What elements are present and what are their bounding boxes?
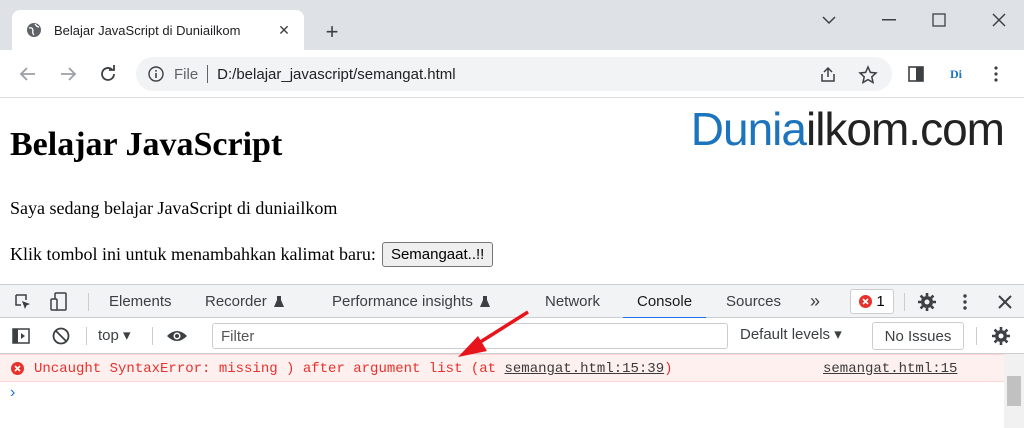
context-label: top (98, 327, 119, 344)
menu-icon[interactable] (982, 60, 1010, 88)
side-panel-icon[interactable] (902, 60, 930, 88)
page-content: Belajar JavaScript Duniailkom.com Saya s… (0, 98, 1024, 284)
browser-tab[interactable]: Belajar JavaScript di Duniailkom ✕ (12, 10, 304, 50)
scrollbar-thumb[interactable] (1007, 376, 1021, 406)
tab-performance-insights[interactable]: Performance insights (332, 285, 491, 318)
page-heading: Belajar JavaScript (10, 126, 283, 163)
info-icon[interactable] (148, 66, 164, 82)
logo-part-blue: Dunia (690, 103, 807, 155)
chevron-down-icon[interactable] (806, 0, 852, 40)
eye-icon[interactable] (166, 325, 188, 347)
devtools-tab-strip: Elements Recorder Performance insights N… (0, 284, 1024, 319)
toolbar-divider (86, 327, 87, 345)
button-prompt-text: Klik tombol ini untuk menambahkan kalima… (10, 244, 376, 264)
logo-part-dark: ilkom.com (805, 103, 1005, 155)
log-levels-dropdown[interactable]: Default levels ▾ (740, 325, 842, 343)
share-icon[interactable] (818, 65, 838, 85)
tab-console[interactable]: Console (622, 285, 707, 319)
toolbar-divider (88, 293, 89, 311)
console-scrollbar[interactable] (1004, 354, 1024, 428)
maximize-icon[interactable] (916, 0, 962, 40)
button-row: Klik tombol ini untuk menambahkan kalima… (10, 242, 494, 267)
toolbar-divider (976, 327, 977, 345)
browser-titlebar: Belajar JavaScript di Duniailkom ✕ + (0, 0, 1024, 50)
error-count-badge[interactable]: 1 (850, 289, 894, 314)
error-message-text: Uncaught SyntaxError: missing ) after ar… (34, 361, 505, 377)
close-window-icon[interactable] (976, 0, 1022, 40)
error-text: Uncaught SyntaxError: missing ) after ar… (34, 361, 673, 377)
tab-title: Belajar JavaScript di Duniailkom (54, 22, 241, 38)
url-text[interactable]: D:/belajar_javascript/semangat.html (217, 66, 455, 83)
browser-toolbar: File D:/belajar_javascript/semangat.html… (0, 50, 1024, 98)
duniailkom-logo: Duniailkom.com (690, 102, 1005, 156)
back-icon[interactable] (14, 60, 42, 88)
flask-icon (273, 295, 284, 307)
more-tabs-icon[interactable]: » (810, 285, 820, 318)
globe-icon (27, 23, 41, 37)
clear-console-icon[interactable] (50, 325, 72, 347)
inspect-element-icon[interactable] (12, 291, 34, 313)
error-source-link[interactable]: semangat.html:15 (823, 361, 957, 377)
address-bar[interactable]: File D:/belajar_javascript/semangat.html (136, 57, 892, 91)
tab-sources[interactable]: Sources (726, 285, 781, 318)
error-icon (11, 362, 24, 375)
issues-button[interactable]: No Issues (872, 322, 964, 350)
tab-performance-label: Performance insights (332, 293, 473, 310)
page-paragraph: Saya sedang belajar JavaScript di duniai… (10, 198, 338, 218)
url-separator (207, 65, 209, 83)
error-location-link[interactable]: semangat.html:15:39 (504, 361, 664, 377)
toolbar-divider (904, 293, 905, 311)
flask-icon (479, 295, 490, 307)
error-icon (859, 295, 873, 308)
devtools-menu-icon[interactable] (954, 291, 976, 313)
console-prompt[interactable]: › (10, 384, 15, 402)
forward-icon[interactable] (54, 60, 82, 88)
reload-icon[interactable] (94, 60, 122, 88)
log-levels-label: Default levels (740, 326, 831, 343)
settings-gear-icon[interactable] (916, 291, 938, 313)
error-count: 1 (876, 293, 885, 310)
new-tab-button[interactable]: + (318, 18, 346, 46)
context-selector[interactable]: top ▾ (98, 326, 131, 344)
minimize-icon[interactable] (866, 0, 912, 40)
tab-recorder[interactable]: Recorder (205, 285, 285, 318)
device-toolbar-icon[interactable] (48, 291, 70, 313)
console-toolbar: top ▾ Filter Default levels ▾ No Issues (0, 318, 1024, 354)
console-settings-gear-icon[interactable] (990, 325, 1012, 347)
close-tab-icon[interactable]: ✕ (272, 18, 296, 42)
sidebar-toggle-icon[interactable] (10, 325, 32, 347)
tab-elements[interactable]: Elements (109, 285, 172, 318)
error-message-close: ) (664, 361, 673, 377)
star-icon[interactable] (858, 65, 878, 85)
tab-recorder-label: Recorder (205, 293, 267, 310)
close-devtools-icon[interactable] (994, 291, 1016, 313)
extension-icon[interactable]: Di (942, 60, 970, 88)
console-error-message: Uncaught SyntaxError: missing ) after ar… (0, 354, 1004, 382)
tab-network[interactable]: Network (545, 285, 600, 318)
url-scheme: File (174, 65, 199, 83)
semangat-button[interactable]: Semangaat..!! (381, 242, 494, 267)
console-filter-input[interactable]: Filter (212, 323, 728, 349)
toolbar-divider (152, 327, 153, 345)
